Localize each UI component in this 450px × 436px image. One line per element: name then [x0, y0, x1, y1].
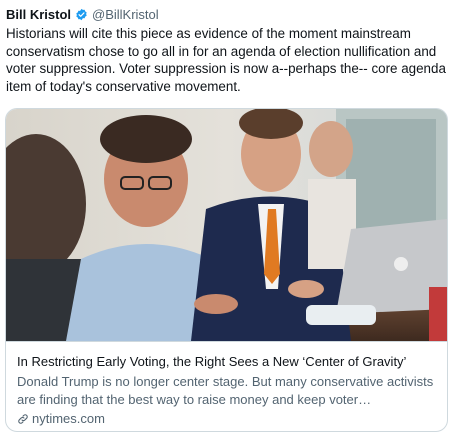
tweet-header: Bill Kristol @BillKristol: [6, 7, 159, 22]
tweet[interactable]: Bill Kristol @BillKristol Historians wil…: [0, 0, 450, 436]
link-icon: [18, 413, 28, 424]
card-description: Donald Trump is no longer center stage. …: [17, 374, 434, 407]
verified-badge-icon: [76, 8, 87, 21]
article-photo[interactable]: [6, 109, 447, 341]
author-name[interactable]: Bill Kristol: [6, 7, 71, 22]
author-handle[interactable]: @BillKristol: [92, 7, 159, 22]
card-domain[interactable]: nytimes.com: [17, 411, 105, 426]
card-meta[interactable]: In Restricting Early Voting, the Right S…: [6, 341, 447, 431]
card-domain-text[interactable]: nytimes.com: [32, 411, 105, 426]
link-card[interactable]: In Restricting Early Voting, the Right S…: [5, 108, 448, 432]
card-title[interactable]: In Restricting Early Voting, the Right S…: [17, 354, 406, 369]
tweet-text: Historians will cite this piece as evide…: [6, 26, 446, 94]
